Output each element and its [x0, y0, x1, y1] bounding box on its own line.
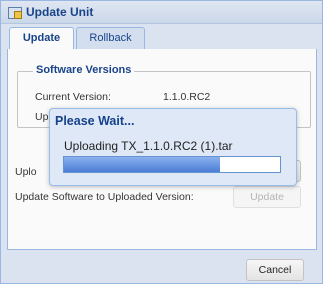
upload-progress-fill [64, 157, 220, 172]
please-wait-dialog: Please Wait... Uploading TX_1.1.0.RC2 (1… [49, 108, 297, 186]
upload-progress-bar [63, 156, 281, 173]
upload-message: Uploading TX_1.1.0.RC2 (1).tar [64, 139, 233, 153]
dialog-title: Please Wait... [55, 114, 135, 128]
